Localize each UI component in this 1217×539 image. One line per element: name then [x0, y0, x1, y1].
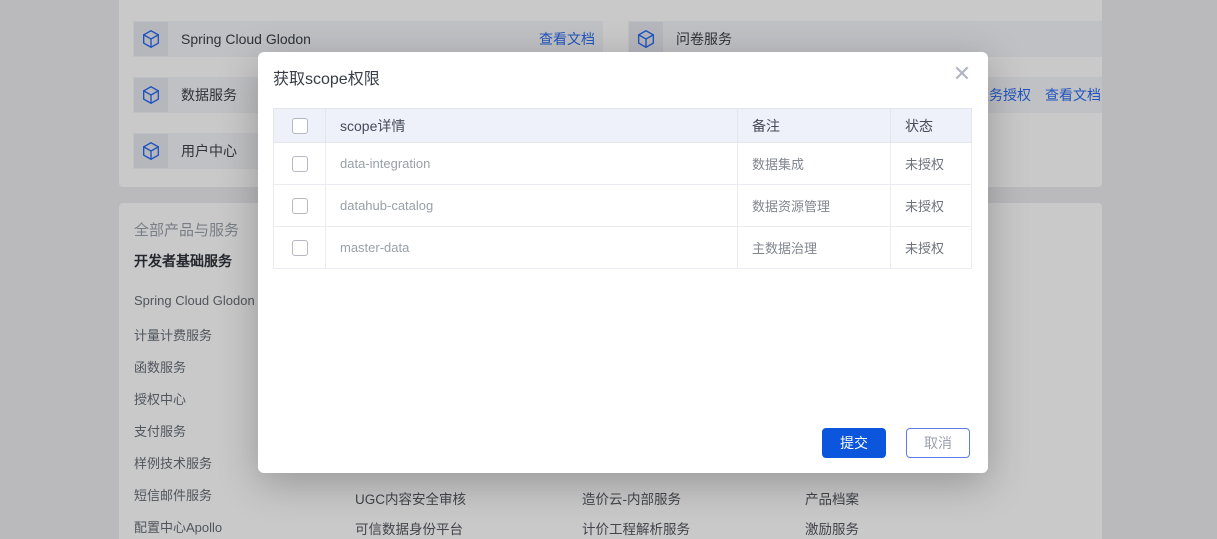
status-badge: 未授权 — [891, 185, 972, 227]
scope-table: scope详情 备注 状态 data-integration 数据集成 未授权 … — [273, 108, 972, 269]
scope-remark: 主数据治理 — [738, 227, 891, 269]
scope-remark: 数据资源管理 — [738, 185, 891, 227]
status-badge: 未授权 — [891, 227, 972, 269]
close-icon[interactable]: ✕ — [950, 62, 974, 86]
scope-remark: 数据集成 — [738, 143, 891, 185]
scope-name: data-integration — [326, 143, 738, 185]
scope-permission-modal: 获取scope权限 ✕ scope详情 备注 状态 data-integrati… — [258, 52, 988, 473]
column-header-remark: 备注 — [738, 109, 891, 143]
table-row: datahub-catalog 数据资源管理 未授权 — [274, 185, 972, 227]
scope-name: datahub-catalog — [326, 185, 738, 227]
modal-title: 获取scope权限 — [273, 65, 380, 89]
column-header-scope: scope详情 — [326, 109, 738, 143]
scope-name: master-data — [326, 227, 738, 269]
table-row: data-integration 数据集成 未授权 — [274, 143, 972, 185]
column-header-status: 状态 — [891, 109, 972, 143]
row-checkbox[interactable] — [292, 198, 308, 214]
row-checkbox[interactable] — [292, 240, 308, 256]
submit-button[interactable]: 提交 — [822, 428, 886, 458]
table-row: master-data 主数据治理 未授权 — [274, 227, 972, 269]
table-header-row: scope详情 备注 状态 — [274, 109, 972, 143]
select-all-checkbox[interactable] — [292, 118, 308, 134]
page: Spring Cloud Glodon 查看文档 数据服务 用户中心 — [0, 0, 1217, 539]
modal-footer: 提交 取消 — [822, 428, 970, 458]
status-badge: 未授权 — [891, 143, 972, 185]
row-checkbox[interactable] — [292, 156, 308, 172]
cancel-button[interactable]: 取消 — [906, 428, 970, 458]
